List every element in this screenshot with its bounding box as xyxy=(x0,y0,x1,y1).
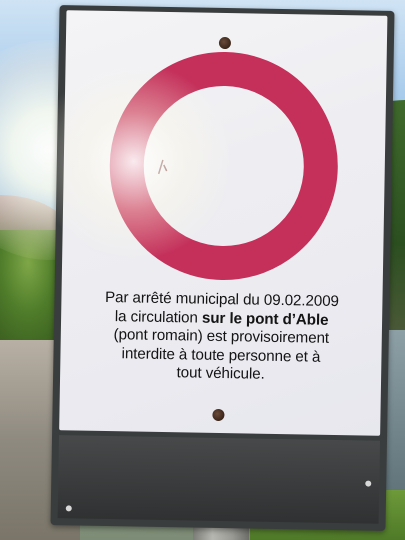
dirt-mark xyxy=(157,159,168,175)
plate-rivet-left xyxy=(65,505,72,512)
lower-plate xyxy=(57,435,381,524)
photo-scene: Par arrêté municipal du 09.02.2009 la ci… xyxy=(0,0,405,540)
road-sign: Par arrêté municipal du 09.02.2009 la ci… xyxy=(32,5,395,531)
bottom-rivet xyxy=(212,408,225,422)
plate-rivet-right xyxy=(365,480,372,487)
top-rivet xyxy=(218,36,232,50)
sign-face: Par arrêté municipal du 09.02.2009 la ci… xyxy=(32,10,388,436)
sign-line-2-regular: la circulation xyxy=(114,307,203,327)
sign-line-2-bold: sur le pont d’Able xyxy=(201,309,329,329)
sign-text: Par arrêté municipal du 09.02.2009 la ci… xyxy=(74,288,369,386)
no-vehicles-ring-icon xyxy=(109,52,338,281)
sign-line-5: tout véhicule. xyxy=(176,364,265,384)
